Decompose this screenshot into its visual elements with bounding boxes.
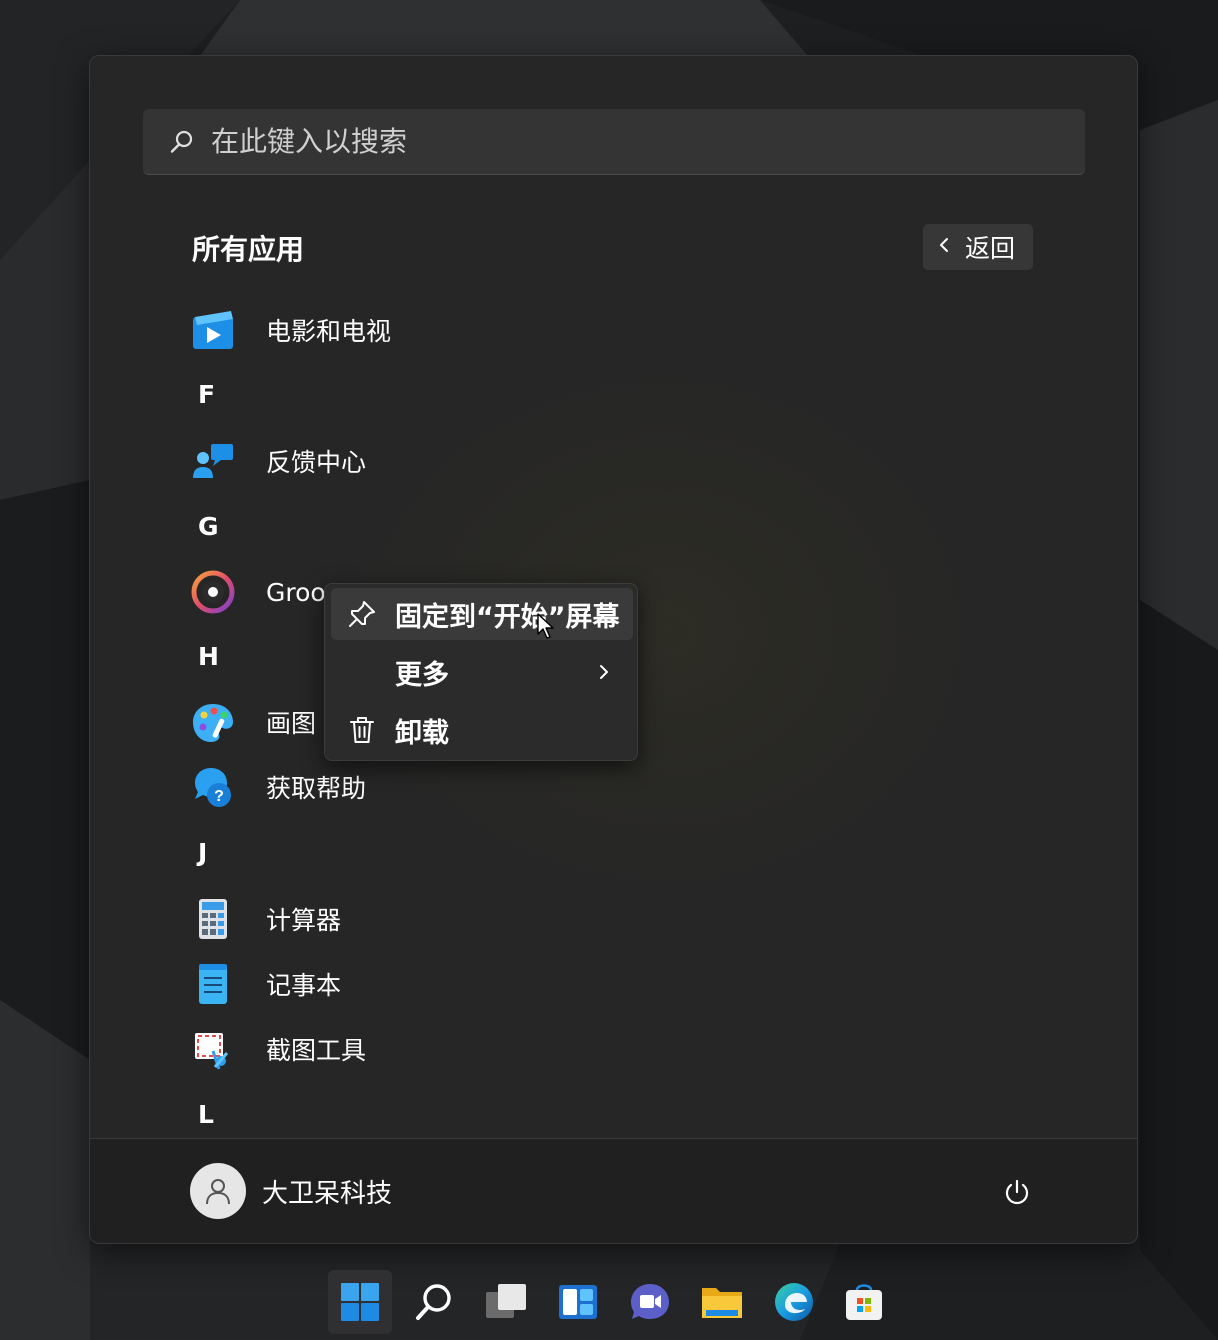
taskbar-chat-button[interactable] [618, 1270, 682, 1334]
taskbar-search-button[interactable] [402, 1270, 466, 1334]
power-button[interactable] [997, 1173, 1037, 1213]
back-button[interactable]: 返回 [923, 224, 1033, 270]
letter-header-l[interactable]: L [198, 1094, 232, 1134]
user-icon [206, 1179, 230, 1205]
edge-icon [775, 1283, 813, 1321]
app-label: 计算器 [266, 906, 342, 935]
chevron-left-icon [937, 236, 951, 258]
letter-header-j[interactable]: J [198, 832, 232, 872]
search-icon [167, 127, 197, 157]
page-title: 所有应用 [192, 233, 305, 266]
taskbar-file-explorer-button[interactable] [690, 1270, 754, 1334]
taskbar-edge-button[interactable] [762, 1270, 826, 1334]
app-label: 反馈中心 [266, 448, 367, 477]
user-account-button[interactable]: 大卫呆科技 [190, 1161, 392, 1221]
avatar [190, 1163, 246, 1219]
app-item-calculator[interactable]: 计算器 [190, 891, 620, 947]
calculator-icon [190, 896, 236, 942]
chat-icon [631, 1284, 669, 1319]
app-item-movies-tv[interactable]: 电影和电视 [190, 302, 620, 358]
get-help-icon: ? [190, 764, 236, 810]
menu-item-pin-to-start[interactable]: 固定到“开始”屏幕 [331, 588, 633, 640]
notepad-icon [190, 961, 236, 1007]
taskbar-start-button[interactable] [328, 1270, 392, 1334]
context-menu: 固定到“开始”屏幕 更多 卸载 [324, 583, 638, 761]
chevron-right-icon [593, 660, 615, 684]
taskbar [0, 1262, 1218, 1340]
app-item-feedback-hub[interactable]: 反馈中心 [190, 433, 620, 489]
menu-item-label: 固定到“开始”屏幕 [395, 601, 620, 633]
snipping-tool-icon [190, 1026, 236, 1072]
widgets-icon [559, 1285, 597, 1319]
app-label: Groo [266, 577, 326, 607]
task-view-icon [486, 1284, 526, 1318]
movies-tv-icon [190, 307, 236, 353]
windows-logo-icon [341, 1283, 379, 1321]
groove-music-icon [190, 569, 236, 615]
taskbar-store-button[interactable] [832, 1270, 896, 1334]
app-label: 电影和电视 [266, 317, 392, 346]
store-icon [846, 1284, 882, 1320]
svg-text:?: ? [214, 788, 224, 805]
menu-item-label: 卸载 [395, 717, 449, 749]
paint-icon [190, 699, 236, 745]
app-label: 获取帮助 [266, 774, 367, 803]
menu-item-label: 更多 [395, 659, 449, 691]
search-icon [416, 1284, 451, 1320]
folder-icon [702, 1288, 742, 1318]
back-button-label: 返回 [965, 234, 1016, 263]
start-menu-footer: 大卫呆科技 [90, 1138, 1137, 1243]
app-label: 截图工具 [266, 1036, 367, 1065]
letter-header-g[interactable]: G [198, 506, 232, 546]
menu-item-more[interactable]: 更多 [331, 646, 633, 698]
trash-icon [345, 713, 379, 747]
app-item-snipping-tool[interactable]: 截图工具 [190, 1021, 620, 1077]
letter-header-f[interactable]: F [198, 374, 232, 414]
app-item-get-help[interactable]: ? 获取帮助 [190, 759, 620, 815]
feedback-hub-icon [190, 438, 236, 484]
taskbar-widgets-button[interactable] [546, 1270, 610, 1334]
menu-item-uninstall[interactable]: 卸载 [331, 704, 633, 756]
app-label: 画图 [266, 709, 317, 738]
letter-header-h[interactable]: H [198, 636, 232, 676]
search-input[interactable] [211, 109, 1085, 174]
pin-icon [345, 597, 379, 631]
search-box[interactable] [143, 109, 1085, 175]
app-label: 记事本 [266, 971, 342, 1000]
user-name: 大卫呆科技 [262, 1178, 393, 1209]
power-icon [1005, 1179, 1029, 1205]
taskbar-task-view-button[interactable] [474, 1270, 538, 1334]
app-item-notepad[interactable]: 记事本 [190, 956, 620, 1012]
mouse-cursor-icon [537, 613, 554, 639]
